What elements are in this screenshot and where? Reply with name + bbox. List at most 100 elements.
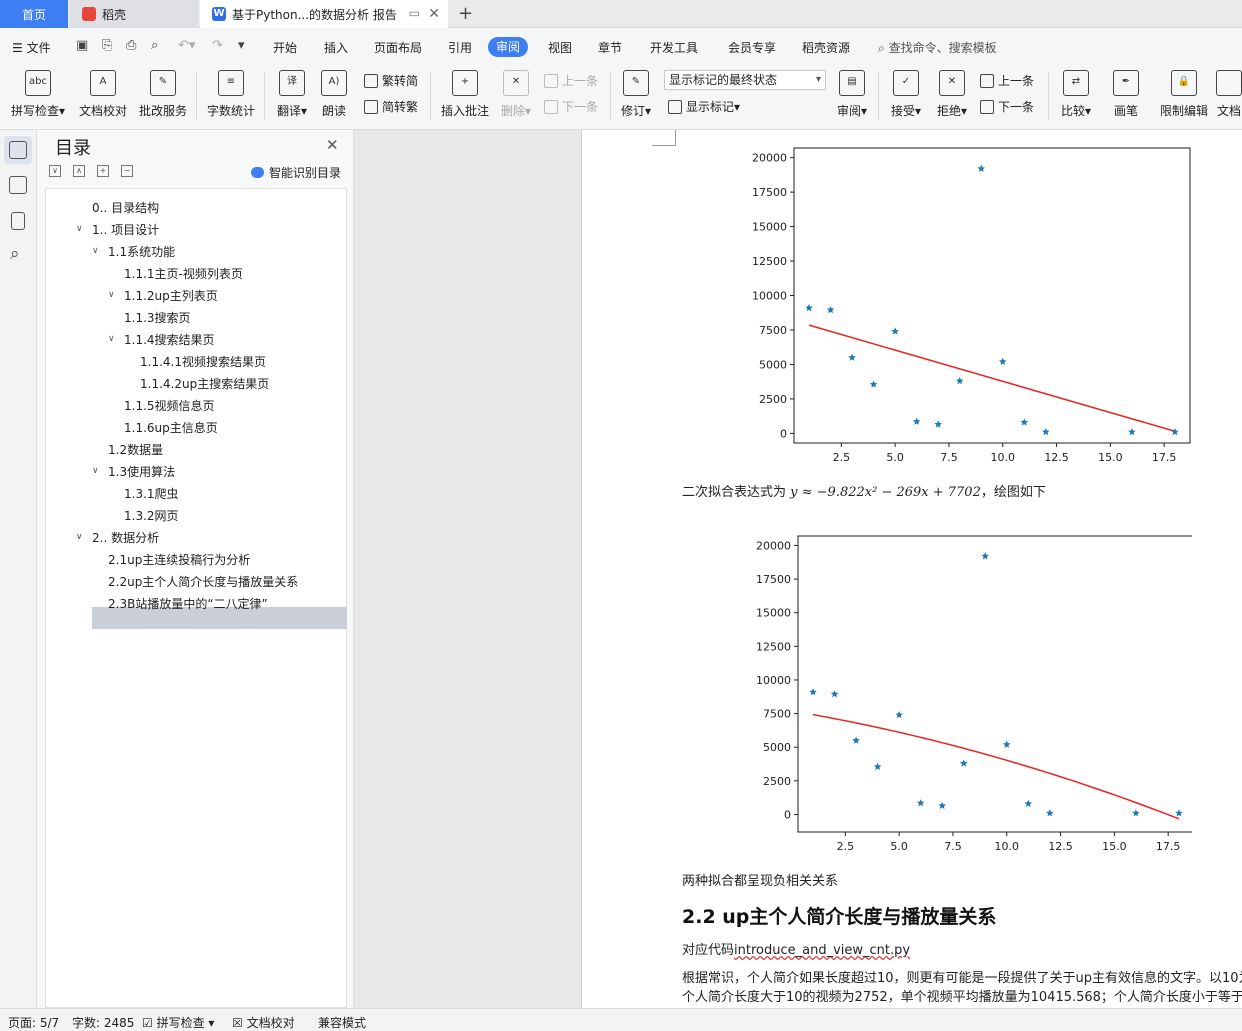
restrict-edit-button[interactable]: 🔒 限制编辑 (1158, 70, 1210, 119)
toc-item[interactable]: 1.1.3搜索页 (124, 308, 191, 328)
menu-review[interactable]: 审阅 (488, 37, 529, 57)
smart-toc-button[interactable]: 智能识别目录 (251, 164, 341, 181)
bookmark-icon[interactable] (11, 212, 25, 230)
data-point (809, 688, 817, 696)
next-change-button[interactable]: 下一条 (980, 98, 1034, 115)
traditional-icon (364, 73, 378, 88)
undo-icon[interactable]: ↶▾ (178, 38, 195, 53)
translate-icon: 译 (279, 70, 305, 96)
nav-pane-icon[interactable] (9, 176, 27, 194)
prev-change-button[interactable]: 上一条 (980, 72, 1034, 89)
menu-start[interactable]: 开始 (273, 39, 297, 56)
toc-item[interactable]: 1.1.6up主信息页 (124, 418, 218, 438)
toc-item[interactable]: 2.3B站播放量中的“二八定律” (108, 594, 268, 614)
toc-item[interactable]: 1.3.2网页 (124, 506, 179, 526)
word-count-button[interactable]: ≡ 字数统计 (206, 70, 256, 119)
close-icon[interactable]: ✕ (326, 136, 339, 154)
menu-developer[interactable]: 开发工具 (650, 39, 698, 56)
collapse-icon[interactable]: ∨ (49, 165, 61, 177)
toc-item[interactable]: 1.3使用算法 (108, 462, 175, 482)
save-icon[interactable]: ▣ (76, 38, 88, 53)
markup-state-select[interactable]: 显示标记的最终状态 (664, 70, 826, 90)
traditional-to-simplified-button[interactable]: 繁转简 (364, 72, 418, 89)
print-preview-icon[interactable]: ⌕ (151, 38, 158, 53)
toc-item[interactable]: 1.2数据量 (108, 440, 163, 460)
chevron-down-icon[interactable]: ∨ (76, 532, 83, 542)
redo-icon[interactable]: ↷ (212, 38, 223, 53)
customize-icon[interactable]: ▾ (238, 38, 245, 53)
y-tick-label: 10000 (756, 674, 791, 687)
next-comment-button[interactable]: 下一条 (544, 98, 598, 115)
spellcheck-button[interactable]: abc 拼写检查▾ (10, 70, 66, 119)
toc-item[interactable]: 1.1.4搜索结果页 (124, 330, 215, 350)
read-aloud-button[interactable]: A) 朗读 (318, 70, 350, 119)
remove-heading-icon[interactable]: − (121, 165, 133, 177)
toc-item[interactable]: 1.. 项目设计 (92, 220, 159, 240)
word-count-status[interactable]: 字数: 2485 (72, 1014, 134, 1031)
chevron-down-icon[interactable]: ∨ (108, 290, 115, 300)
accept-button[interactable]: ✓ 接受▾ (888, 70, 924, 119)
x-tick-label: 17.5 (1156, 840, 1181, 853)
chevron-down-icon[interactable]: ∨ (108, 334, 115, 344)
y-tick-label: 0 (784, 809, 791, 822)
toc-item[interactable]: 1.1系统功能 (108, 242, 175, 262)
show-markup-button[interactable]: 显示标记 ▾ (668, 98, 740, 115)
revise-button[interactable]: ✎ 修订▾ (618, 70, 654, 119)
pen-button[interactable]: ✒ 画笔 (1110, 70, 1142, 119)
menu-references[interactable]: 引用 (448, 39, 472, 56)
delete-comment-label: 删除 (500, 104, 525, 118)
menu-section[interactable]: 章节 (598, 39, 622, 56)
simplified-to-traditional-button[interactable]: 简转繁 (364, 98, 418, 115)
delete-comment-button[interactable]: ✕ 删除▾ (498, 70, 534, 119)
review-pane-button[interactable]: ▤ 审阅▾ (834, 70, 870, 119)
reject-button[interactable]: ✕ 拒绝▾ (934, 70, 970, 119)
toc-item[interactable]: 2.. 数据分析 (92, 528, 159, 548)
new-tab-icon[interactable]: + (458, 3, 473, 24)
compare-button[interactable]: ⇄ 比较▾ (1058, 70, 1094, 119)
toc-item[interactable]: 1.1.4.1视频搜索结果页 (140, 352, 266, 372)
menu-member[interactable]: 会员专享 (728, 39, 776, 56)
toc-item[interactable]: 1.1.2up主列表页 (124, 286, 218, 306)
expand-up-icon[interactable]: ∧ (73, 165, 85, 177)
tab-home[interactable]: 首页 (0, 0, 68, 28)
toc-item[interactable]: 1.3.1爬虫 (124, 484, 179, 504)
document-page[interactable]: 0 2500 5000 7500 10000 12500 15000 17500 20000 2.… (581, 130, 1242, 1008)
translate-button[interactable]: 译 翻译▾ (274, 70, 310, 119)
tab-daoke[interactable]: 稻壳 (70, 0, 198, 28)
section-heading-2-2: 2.2 up主个人简介长度与播放量关系 (682, 906, 997, 928)
menu-file[interactable]: ☰ 文件 (12, 39, 51, 56)
fit-line (808, 324, 1176, 433)
print-icon[interactable]: ⎙ (126, 38, 136, 53)
chevron-down-icon[interactable]: ∨ (92, 246, 99, 256)
x-tick-label: 5.0 (890, 840, 908, 853)
toc-item[interactable]: 1.1.5视频信息页 (124, 396, 215, 416)
toc-item[interactable]: 1.1.1主页-视频列表页 (124, 264, 243, 284)
toc-item[interactable]: 2.2up主个人简介长度与播放量关系 (108, 572, 298, 592)
toc-panel-icon[interactable] (9, 141, 27, 159)
doc-proof-status[interactable]: ☒ 文档校对 (232, 1014, 295, 1031)
export-icon[interactable]: ⎘ (102, 38, 112, 53)
search-icon[interactable]: ⌕ (10, 244, 20, 264)
menu-insert[interactable]: 插入 (324, 39, 348, 56)
y-tick-label: 20000 (752, 152, 787, 165)
menu-daoke-resources[interactable]: 稻壳资源 (802, 39, 850, 56)
command-search[interactable]: ⌕ 查找命令、搜索模板 (878, 39, 997, 56)
doc-proof-button[interactable]: A 文档校对 (78, 70, 128, 119)
chevron-down-icon[interactable]: ∨ (92, 466, 99, 476)
correction-service-button[interactable]: ✎ 批改服务 (138, 70, 188, 119)
pin-icon[interactable]: ▭ (409, 6, 420, 20)
add-heading-icon[interactable]: + (97, 165, 109, 177)
toc-item[interactable]: 0.. 目录结构 (92, 198, 159, 218)
page-indicator[interactable]: 页面: 5/7 (8, 1014, 59, 1031)
menu-page-layout[interactable]: 页面布局 (374, 39, 422, 56)
insert-comment-button[interactable]: + 插入批注 (440, 70, 490, 119)
close-icon[interactable]: ✕ (428, 6, 440, 22)
toc-item[interactable]: 1.1.4.2up主搜索结果页 (140, 374, 269, 394)
chevron-down-icon[interactable]: ∨ (76, 224, 83, 234)
menu-view[interactable]: 视图 (548, 39, 572, 56)
toc-item[interactable]: 2.1up主连续投稿行为分析 (108, 550, 250, 570)
tab-document[interactable]: W 基于Python...的数据分析 报告 ▭ ✕ (200, 0, 448, 28)
doc-auth-button[interactable]: 文档 (1216, 70, 1242, 119)
prev-comment-button[interactable]: 上一条 (544, 72, 598, 89)
spellcheck-status[interactable]: ☑ 拼写检查 ▾ (142, 1014, 214, 1031)
